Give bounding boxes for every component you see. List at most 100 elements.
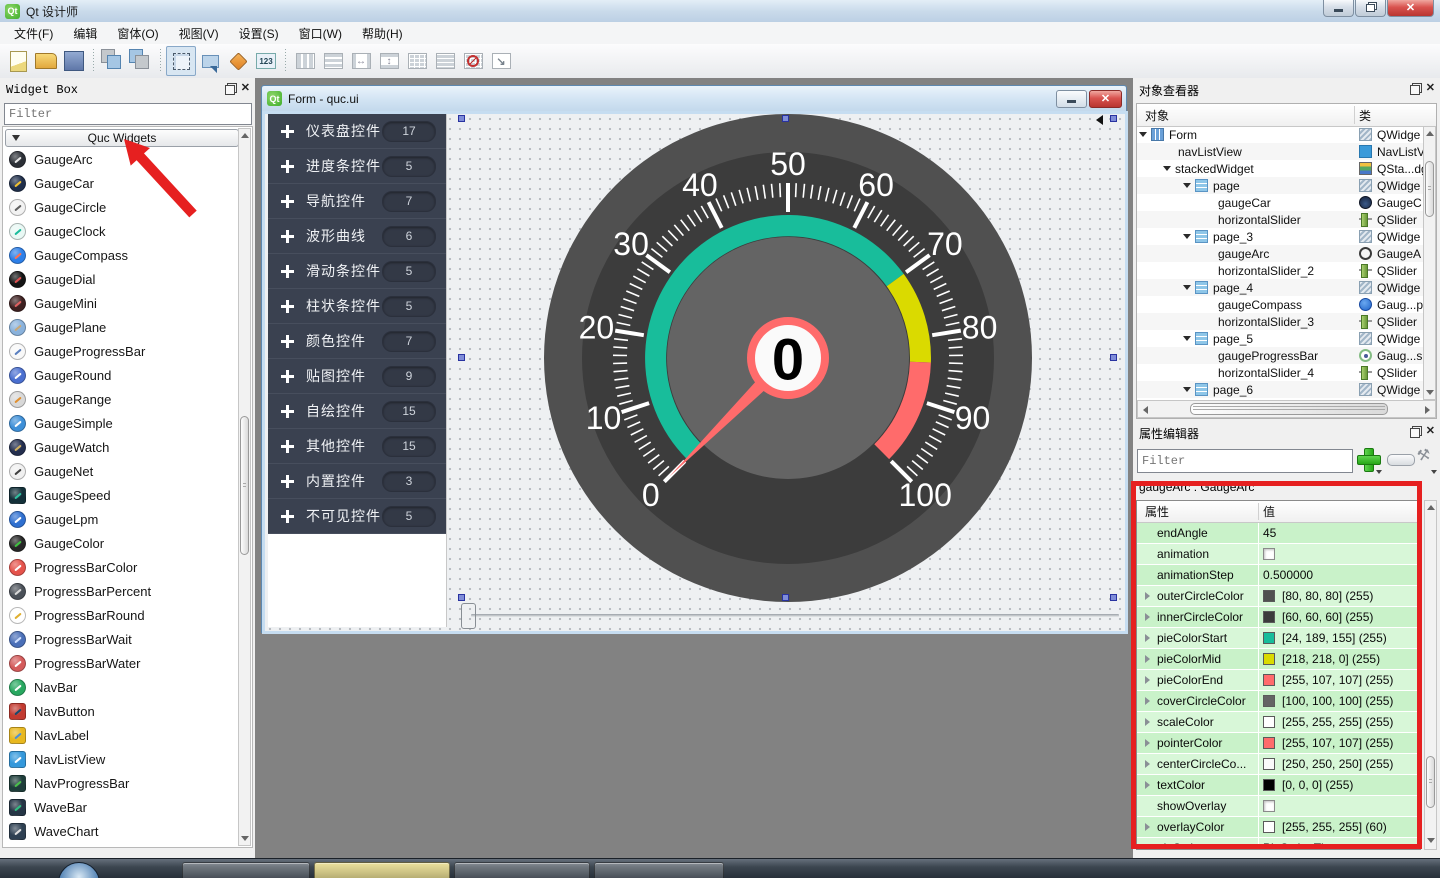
widget-box-item[interactable]: NavProgressBar bbox=[4, 771, 238, 795]
lay-vs-button[interactable]: ↕ bbox=[375, 47, 403, 75]
nav-list-item[interactable]: 柱状条控件5 bbox=[268, 289, 446, 324]
scroll-up-icon[interactable] bbox=[241, 133, 249, 138]
object-tree-row[interactable]: gaugeArcGaugeA bbox=[1137, 245, 1423, 262]
form-window[interactable]: Qt Form - quc.ui ✕ 仪表盘控件17进度条控件5导航控件7波形曲… bbox=[261, 85, 1127, 633]
widget-box-item[interactable]: NavButton bbox=[4, 699, 238, 723]
property-expand-icon[interactable] bbox=[1145, 592, 1150, 600]
property-checkbox[interactable] bbox=[1263, 800, 1275, 812]
property-expand-icon[interactable] bbox=[1145, 697, 1150, 705]
edit-buddies-button[interactable] bbox=[224, 47, 252, 75]
lay-form-button[interactable] bbox=[431, 47, 459, 75]
edit-signals-button[interactable] bbox=[196, 47, 224, 75]
lay-h-button[interactable] bbox=[291, 47, 319, 75]
add-dynamic-property-button[interactable] bbox=[1355, 446, 1381, 472]
nav-list-item[interactable]: 滑动条控件5 bbox=[268, 254, 446, 289]
selection-handle[interactable] bbox=[1110, 594, 1117, 601]
minimize-button[interactable] bbox=[1323, 0, 1354, 17]
scrollbar-thumb[interactable] bbox=[1190, 403, 1388, 415]
lay-v-button[interactable] bbox=[319, 47, 347, 75]
widget-category-header[interactable]: Quc Widgets bbox=[5, 129, 239, 147]
tree-expand-icon[interactable] bbox=[1183, 285, 1191, 290]
widget-box-item[interactable]: GaugeNet bbox=[4, 459, 238, 483]
nav-list-item[interactable]: 不可见控件5 bbox=[268, 499, 446, 534]
scroll-down-icon[interactable] bbox=[241, 836, 249, 841]
property-expand-icon[interactable] bbox=[1145, 739, 1150, 747]
scroll-down-icon[interactable] bbox=[1426, 390, 1434, 395]
form-canvas[interactable]: 仪表盘控件17进度条控件5导航控件7波形曲线6滑动条控件5柱状条控件5颜色控件7… bbox=[262, 111, 1128, 634]
property-filter-input[interactable] bbox=[1137, 449, 1353, 473]
tree-expand-icon[interactable] bbox=[1183, 336, 1191, 341]
gauge-arc-widget[interactable]: 01020304050607080901000 bbox=[544, 114, 1032, 602]
tree-expand-icon[interactable] bbox=[1183, 183, 1191, 188]
form-minimize-button[interactable] bbox=[1056, 90, 1087, 108]
lay-grid-button[interactable] bbox=[403, 47, 431, 75]
widget-box-item[interactable]: GaugeMini bbox=[4, 291, 238, 315]
object-inspector-header[interactable]: 对象 类 bbox=[1137, 104, 1436, 127]
break-layout-button[interactable] bbox=[459, 47, 487, 75]
property-editor-scrollbar[interactable] bbox=[1424, 500, 1437, 850]
scroll-up-icon[interactable] bbox=[1427, 505, 1435, 510]
widget-box-item[interactable]: NavListView bbox=[4, 747, 238, 771]
object-tree-row[interactable]: page_3QWidge bbox=[1137, 228, 1423, 245]
property-row[interactable]: showOverlay bbox=[1137, 796, 1420, 817]
lay-hs-button[interactable]: ↔ bbox=[347, 47, 375, 75]
save-file-button[interactable] bbox=[60, 47, 88, 75]
lower-widget-button[interactable] bbox=[127, 47, 155, 75]
object-tree-row[interactable]: stackedWidgetQSta...dg bbox=[1137, 160, 1423, 177]
widget-box-item[interactable]: GaugeCircle bbox=[4, 195, 238, 219]
form-close-button[interactable]: ✕ bbox=[1089, 90, 1122, 108]
tree-expand-icon[interactable] bbox=[1183, 234, 1191, 239]
property-row[interactable]: pieColorStart[24, 189, 155] (255) bbox=[1137, 628, 1420, 649]
close-panel-icon[interactable]: ✕ bbox=[1426, 84, 1435, 95]
taskbar-window-button[interactable] bbox=[182, 862, 310, 878]
property-expand-icon[interactable] bbox=[1145, 760, 1150, 768]
float-panel-icon[interactable] bbox=[225, 85, 235, 95]
selection-handle[interactable] bbox=[782, 115, 789, 122]
property-row[interactable]: coverCircleColor[100, 100, 100] (255) bbox=[1137, 691, 1420, 712]
widget-box-item[interactable]: GaugeRange bbox=[4, 387, 238, 411]
object-tree-row[interactable]: gaugeCompassGaug...p bbox=[1137, 296, 1423, 313]
selection-handle[interactable] bbox=[1110, 354, 1117, 361]
widget-box-item[interactable]: WaveChart bbox=[4, 819, 238, 843]
open-file-button[interactable] bbox=[32, 47, 60, 75]
selection-handle[interactable] bbox=[1110, 115, 1117, 122]
taskbar-window-button[interactable] bbox=[454, 862, 590, 878]
scroll-right-icon[interactable] bbox=[1425, 406, 1430, 414]
widget-box-filter-input[interactable] bbox=[4, 103, 252, 125]
nav-list-item[interactable]: 颜色控件7 bbox=[268, 324, 446, 359]
property-expand-icon[interactable] bbox=[1145, 655, 1150, 663]
property-expand-icon[interactable] bbox=[1145, 718, 1150, 726]
horizontal-slider-track[interactable] bbox=[471, 614, 1119, 617]
object-tree-row[interactable]: page_4QWidge bbox=[1137, 279, 1423, 296]
tree-expand-icon[interactable] bbox=[1163, 166, 1171, 171]
property-row[interactable]: overlayColor[255, 255, 255] (60) bbox=[1137, 817, 1420, 838]
widget-box-item[interactable]: GaugeProgressBar bbox=[4, 339, 238, 363]
widget-box-item[interactable]: NavLabel bbox=[4, 723, 238, 747]
widget-box-item[interactable]: ProgressBarPercent bbox=[4, 579, 238, 603]
widget-box-item[interactable]: WaveBar bbox=[4, 795, 238, 819]
close-panel-icon[interactable]: ✕ bbox=[1426, 427, 1435, 438]
close-panel-icon[interactable]: ✕ bbox=[241, 84, 250, 95]
nav-list-item[interactable]: 内置控件3 bbox=[268, 464, 446, 499]
menu-item[interactable]: 设置(S) bbox=[229, 22, 289, 45]
property-row[interactable]: animationStep0.500000 bbox=[1137, 565, 1420, 586]
property-row[interactable]: animation bbox=[1137, 544, 1420, 565]
widget-box-item[interactable]: GaugeSimple bbox=[4, 411, 238, 435]
selection-handle[interactable] bbox=[782, 594, 789, 601]
property-row[interactable]: pieColorEnd[255, 107, 107] (255) bbox=[1137, 670, 1420, 691]
nav-list-item[interactable]: 其他控件15 bbox=[268, 429, 446, 464]
object-tree-row[interactable]: horizontalSlider_4QSlider bbox=[1137, 364, 1423, 381]
nav-list-item[interactable]: 进度条控件5 bbox=[268, 149, 446, 184]
nav-list-item[interactable]: 导航控件7 bbox=[268, 184, 446, 219]
edit-taborder-button[interactable]: 123 bbox=[252, 47, 280, 75]
menu-item[interactable]: 编辑 bbox=[63, 22, 107, 45]
object-inspector-vscrollbar[interactable] bbox=[1423, 126, 1436, 400]
menu-item[interactable]: 文件(F) bbox=[4, 22, 63, 45]
widget-box-item[interactable]: GaugeCar bbox=[4, 171, 238, 195]
property-row[interactable]: textColor[0, 0, 0] (255) bbox=[1137, 775, 1420, 796]
object-tree-row[interactable]: horizontalSlider_2QSlider bbox=[1137, 262, 1423, 279]
property-row[interactable]: scaleColor[255, 255, 255] (255) bbox=[1137, 712, 1420, 733]
menu-item[interactable]: 窗体(O) bbox=[107, 22, 168, 45]
property-row[interactable]: pointerColor[255, 107, 107] (255) bbox=[1137, 733, 1420, 754]
widget-box-item[interactable]: GaugeArc bbox=[4, 147, 238, 171]
